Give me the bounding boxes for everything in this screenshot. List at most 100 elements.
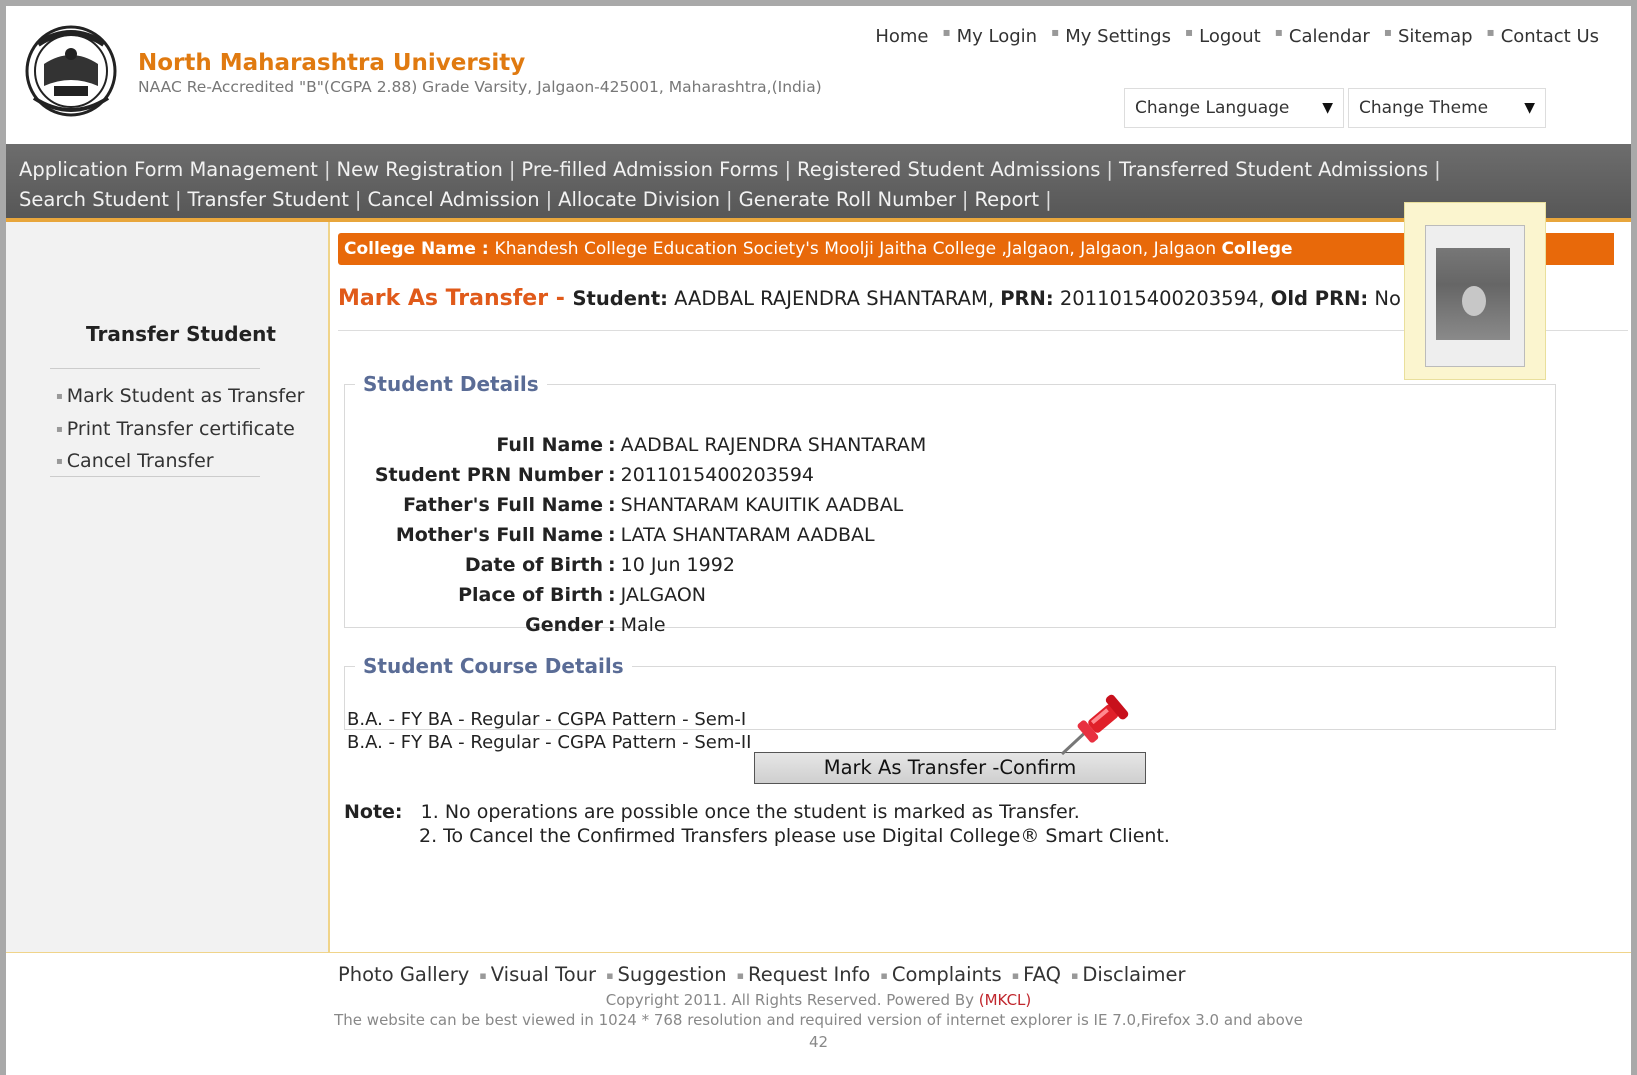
bullet-icon: ▪ bbox=[1383, 25, 1392, 39]
sidebar-divider bbox=[50, 476, 260, 477]
detail-value: Male bbox=[620, 614, 666, 636]
best-viewed-note: The website can be best viewed in 1024 *… bbox=[334, 1011, 1303, 1029]
change-language-dropdown[interactable]: Change Language ▼ bbox=[1124, 88, 1344, 128]
nav-row-1: Application Form Management | New Registra… bbox=[19, 158, 1447, 181]
detail-label: Date of Birth bbox=[464, 554, 603, 576]
page-heading: Mark As Transfer bbox=[338, 286, 549, 311]
footer-link-suggestion[interactable]: Suggestion bbox=[618, 963, 727, 986]
top-link-sitemap[interactable]: Sitemap bbox=[1398, 26, 1473, 47]
university-subtitle: NAAC Re-Accredited "B"(CGPA 2.88) Grade … bbox=[138, 78, 822, 96]
footer-link-complaints[interactable]: Complaints bbox=[892, 963, 1002, 986]
nav-report[interactable]: Report bbox=[974, 188, 1039, 211]
student-photo bbox=[1404, 202, 1546, 380]
nav-separator: | bbox=[961, 188, 969, 211]
nav-registered-student-admissions[interactable]: Registered Student Admissions bbox=[797, 158, 1100, 181]
footer-link-request-info[interactable]: Request Info bbox=[748, 963, 870, 986]
prn-label: PRN: bbox=[1000, 287, 1054, 310]
bullet-icon: ▪ bbox=[1274, 25, 1283, 39]
nav-separator: | bbox=[323, 158, 331, 181]
note-line: 2. To Cancel the Confirmed Transfers ple… bbox=[419, 825, 1170, 847]
bullet-icon: ▪ bbox=[606, 969, 614, 982]
detail-row-dob: Date of Birth:10 Jun 1992 bbox=[345, 550, 926, 580]
title-dash: - bbox=[548, 286, 573, 311]
change-theme-label: Change Theme bbox=[1359, 98, 1489, 118]
course-details-legend: Student Course Details bbox=[363, 654, 624, 678]
nav-cancel-admission[interactable]: Cancel Admission bbox=[368, 188, 540, 211]
footer-link-disclaimer[interactable]: Disclaimer bbox=[1082, 963, 1185, 986]
footer-link-visual-tour[interactable]: Visual Tour bbox=[491, 963, 596, 986]
college-name-bar: College Name : Khandesh College Educatio… bbox=[338, 233, 1559, 265]
footer-link-faq[interactable]: FAQ bbox=[1023, 963, 1061, 986]
detail-value: LATA SHANTARAM AADBAL bbox=[620, 524, 875, 546]
detail-row-father-name: Father's Full Name: SHANTARAM KAUITIK AAD… bbox=[345, 490, 926, 520]
top-link-logout[interactable]: Logout bbox=[1199, 26, 1261, 47]
nav-row-2: Search Student | Transfer Student | Cancel A… bbox=[19, 188, 1058, 211]
change-theme-dropdown[interactable]: Change Theme ▼ bbox=[1348, 88, 1546, 128]
top-link-my-settings[interactable]: My Settings bbox=[1065, 26, 1171, 47]
bullet-icon: ▪ bbox=[1486, 25, 1495, 39]
detail-label: Father's Full Name bbox=[403, 494, 603, 516]
student-value: AADBAL RAJENDRA SHANTARAM, bbox=[667, 287, 1001, 310]
nav-separator: | bbox=[354, 188, 362, 211]
nav-transferred-student-admissions[interactable]: Transferred Student Admissions bbox=[1119, 158, 1428, 181]
top-link-home[interactable]: Home bbox=[875, 26, 928, 47]
nav-application-form-management[interactable]: Application Form Management bbox=[19, 158, 318, 181]
course-line: B.A. - FY BA - Regular - CGPA Pattern - … bbox=[347, 709, 747, 730]
nav-pre-filled-admission-forms[interactable]: Pre-filled Admission Forms bbox=[521, 158, 778, 181]
college-bar-end bbox=[1554, 233, 1614, 265]
detail-value: AADBAL RAJENDRA SHANTARAM bbox=[620, 434, 927, 456]
sidebar-item-print-transfer-certificate[interactable]: ▪ Print Transfer certificate bbox=[56, 415, 305, 448]
nav-allocate-division[interactable]: Allocate Division bbox=[558, 188, 720, 211]
nav-separator: | bbox=[1045, 188, 1052, 211]
bullet-icon: ▪ bbox=[56, 456, 63, 467]
sidebar-item-cancel-transfer[interactable]: ▪ Cancel Transfer bbox=[56, 447, 305, 480]
bullet-icon: ▪ bbox=[1184, 25, 1194, 39]
detail-row-gender: Gender: Male bbox=[345, 610, 926, 640]
nav-search-student[interactable]: Search Student bbox=[19, 188, 169, 211]
student-label: Student: bbox=[572, 287, 668, 310]
top-link-my-login[interactable]: My Login bbox=[957, 26, 1037, 47]
note-label: Note: bbox=[344, 801, 403, 823]
bullet-icon: ▪ bbox=[1051, 25, 1060, 39]
footer-link-photo-gallery[interactable]: Photo Gallery bbox=[338, 963, 469, 986]
top-link-contact-us[interactable]: Contact Us bbox=[1501, 26, 1599, 47]
footer-links: Photo Gallery ▪ Visual Tour ▪ Suggestion ▪ Req… bbox=[338, 963, 1186, 986]
nav-new-registration[interactable]: New Registration bbox=[337, 158, 503, 181]
sidebar-item-mark-student-as-transfer[interactable]: ▪ Mark Student as Transfer bbox=[56, 382, 305, 415]
sidebar: Transfer Student ▪ Mark Student as Transf… bbox=[6, 222, 330, 952]
university-logo-icon[interactable] bbox=[24, 24, 118, 122]
detail-value: JALGAON bbox=[620, 584, 707, 606]
course-line: B.A. - FY BA - Regular - CGPA Pattern - … bbox=[347, 732, 752, 753]
bullet-icon: ▪ bbox=[1070, 969, 1079, 982]
page-frame: North Maharashtra University NAAC Re-Acc… bbox=[6, 6, 1631, 1075]
detail-row-mother-name: Mother's Full Name: LATA SHANTARAM AADBAL bbox=[345, 520, 926, 550]
bullet-icon: ▪ bbox=[56, 391, 63, 402]
detail-value: 2011015400203594 bbox=[620, 464, 815, 486]
detail-row-prn: Student PRN Number:2011015400203594 bbox=[345, 460, 926, 490]
university-name[interactable]: North Maharashtra University bbox=[138, 50, 525, 76]
bullet-icon: ▪ bbox=[880, 969, 888, 982]
college-name-value: Khandesh College Education Society's Moo… bbox=[494, 239, 1222, 259]
mkcl-link[interactable]: (MKCL) bbox=[979, 991, 1032, 1009]
sidebar-menu: ▪ Mark Student as Transfer ▪ Print Transfe… bbox=[56, 382, 305, 480]
nav-transfer-student[interactable]: Transfer Student bbox=[188, 188, 349, 211]
nav-generate-roll-number[interactable]: Generate Roll Number bbox=[739, 188, 956, 211]
top-links: Home ▪ My Login ▪ My Settings ▪ Logout ▪… bbox=[875, 25, 1599, 47]
header: North Maharashtra University NAAC Re-Acc… bbox=[6, 6, 1631, 144]
top-link-calendar[interactable]: Calendar bbox=[1289, 26, 1370, 47]
old-prn-value: No bbox=[1368, 287, 1401, 310]
nav-separator: | bbox=[1434, 158, 1441, 181]
chevron-down-icon: ▼ bbox=[1524, 100, 1535, 116]
note-block: Note: 1. No operations are possible once… bbox=[344, 800, 1170, 848]
detail-label: Gender bbox=[525, 614, 603, 636]
footer: Photo Gallery ▪ Visual Tour ▪ Suggestion ▪ Req… bbox=[6, 952, 1631, 1075]
detail-label: Student PRN Number bbox=[374, 464, 603, 486]
sidebar-title: Transfer Student bbox=[86, 322, 276, 346]
bullet-icon: ▪ bbox=[56, 423, 63, 435]
nav-separator: | bbox=[508, 158, 516, 181]
student-details-rows: Full Name: AADBAL RAJENDRA SHANTARAM Stud… bbox=[345, 430, 926, 640]
main-nav: Application Form Management | New Registra… bbox=[6, 144, 1631, 218]
sidebar-item-label: Mark Student as Transfer bbox=[66, 385, 305, 407]
change-language-label: Change Language bbox=[1135, 98, 1290, 118]
nav-separator: | bbox=[545, 188, 553, 211]
